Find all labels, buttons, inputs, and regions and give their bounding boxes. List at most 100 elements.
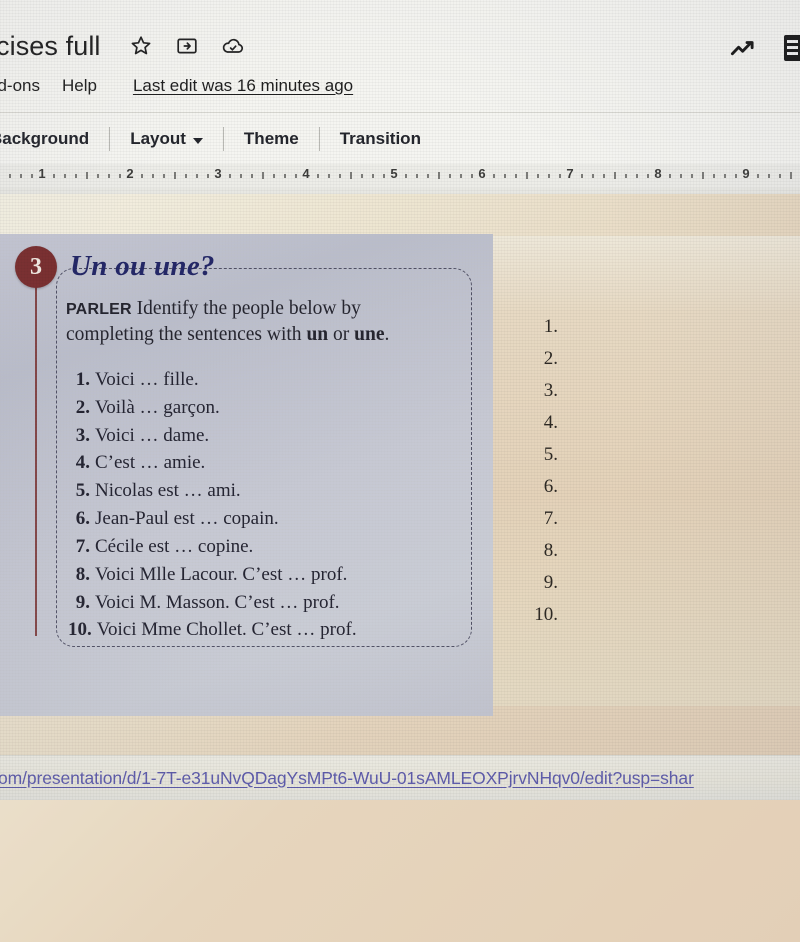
ruler-tick: [64, 174, 66, 178]
ruler-tick: [75, 174, 77, 178]
ruler-tick: [625, 174, 627, 178]
exercise-item-text: Voici M. Masson. C’est … prof.: [95, 591, 340, 613]
ruler-tick: [240, 174, 242, 178]
move-to-folder-icon[interactable]: [175, 34, 199, 58]
exercise-item: 2. Voilà … garçon.: [68, 394, 468, 422]
instruction-label: PARLER: [66, 301, 132, 318]
slide[interactable]: 3 Un ou une? PARLER Identify the people …: [0, 194, 800, 942]
answer-slot[interactable]: 9.: [512, 572, 558, 604]
ruler-tick: [790, 172, 792, 179]
instruction-line-2-mid: or: [328, 324, 355, 346]
exercise-item-number: 7.: [75, 535, 90, 557]
ruler-tick: [636, 174, 638, 178]
exercise-item-text: Voici … fille.: [95, 369, 199, 390]
ruler-tick: [174, 172, 176, 179]
ruler-tick: [735, 174, 737, 178]
worksheet-image[interactable]: 3 Un ou une? PARLER Identify the people …: [0, 234, 493, 716]
ruler-tick: [119, 174, 121, 178]
ruler-tick: [108, 174, 110, 178]
ruler-tick: [350, 172, 352, 179]
ruler-tick: [273, 174, 275, 178]
ruler-tick: [537, 174, 539, 178]
exercise-item-number: 5.: [75, 480, 90, 502]
exercise-item-text: Voilà … garçon.: [95, 396, 220, 418]
layout-button[interactable]: Layout: [110, 129, 223, 149]
answer-slot[interactable]: 2.: [512, 348, 558, 380]
horizontal-ruler[interactable]: 1 2 3 4 5 6 7 8 9: [0, 164, 800, 189]
theme-button[interactable]: Theme: [224, 129, 319, 149]
document-url[interactable]: om/presentation/d/1-7T-e31uNvQDagYsMPt6-…: [0, 768, 694, 789]
last-edit-link[interactable]: Last edit was 16 minutes ago: [133, 76, 353, 96]
ruler-number: 9: [742, 166, 750, 181]
answer-slot[interactable]: 10.: [512, 604, 558, 636]
answer-slot[interactable]: 5.: [512, 444, 558, 476]
menu-item-addons[interactable]: dd-ons: [0, 76, 40, 96]
exercise-item-list: 1. Voici … fille. 2. Voilà … garçon. 3. Voici…: [68, 366, 468, 644]
editor-canvas: 3 Un ou une? PARLER Identify the people …: [0, 188, 800, 942]
slides-toolbar: Background Layout Theme Transition: [0, 112, 800, 165]
trending-up-icon[interactable]: [728, 33, 758, 63]
answer-slot[interactable]: 4.: [512, 412, 558, 444]
exercise-instructions: PARLER Identify the people below by comp…: [66, 296, 436, 349]
transition-button[interactable]: Transition: [320, 129, 441, 149]
ruler-tick: [97, 174, 99, 178]
instruction-line-2-end: .: [384, 324, 390, 346]
ruler-tick: [493, 174, 495, 178]
ruler-tick: [460, 174, 462, 178]
exercise-item: 3. Voici … dame.: [68, 422, 468, 450]
exercise-item-text: Nicolas est … ami.: [95, 480, 241, 502]
ruler-tick: [251, 174, 253, 178]
answer-slot[interactable]: 1.: [512, 316, 558, 348]
answer-slot[interactable]: 3.: [512, 380, 558, 412]
menu-icon[interactable]: [784, 35, 800, 61]
ruler-tick: [163, 174, 165, 178]
ruler-tick: [328, 174, 330, 178]
background-button[interactable]: Background: [0, 129, 109, 149]
exercise-item-number: 2.: [75, 396, 90, 418]
exercise-item-number: 3.: [75, 424, 90, 446]
ruler-tick: [724, 174, 726, 178]
ruler-number: 6: [478, 166, 486, 181]
ruler-tick: [713, 174, 715, 178]
instruction-word-un: un: [306, 324, 329, 346]
ruler-tick: [196, 174, 198, 178]
ruler-tick: [471, 174, 473, 178]
ruler-tick: [9, 174, 11, 178]
ruler-ticks: 1 2 3 4 5 6 7 8 9: [0, 164, 800, 188]
ruler-tick: [185, 174, 187, 178]
ruler-tick: [779, 174, 781, 178]
url-bar: om/presentation/d/1-7T-e31uNvQDagYsMPt6-…: [0, 755, 800, 800]
star-icon[interactable]: [129, 34, 153, 58]
exercise-item-text: Jean-Paul est … copain.: [95, 508, 279, 530]
ruler-tick: [548, 174, 550, 178]
ruler-tick: [295, 174, 297, 178]
chevron-down-icon: [192, 137, 203, 144]
menu-row: dd-ons Help Last edit was 16 minutes ago: [0, 70, 800, 102]
ruler-tick: [702, 172, 704, 179]
exercise-item-number: 6.: [75, 508, 90, 530]
exercise-item-text: C’est … amie.: [95, 452, 206, 474]
answer-column[interactable]: 1. 2. 3. 4. 5. 6. 7. 8. 9. 10.: [512, 316, 582, 636]
exercise-item-text: Voici … dame.: [95, 424, 210, 446]
ruler-tick: [647, 174, 649, 178]
exercise-item: 8. Voici Mlle Lacour. C’est … prof.: [68, 561, 468, 589]
instruction-word-une: une: [354, 324, 385, 346]
exercise-item: 1. Voici … fille.: [68, 366, 468, 394]
ruler-tick: [669, 174, 671, 178]
answer-slot[interactable]: 8.: [512, 540, 558, 572]
ruler-tick: [504, 174, 506, 178]
title-row: cises full: [0, 24, 800, 68]
ruler-tick: [757, 174, 759, 178]
instruction-line-1: Identify the people below by: [136, 298, 361, 319]
answer-slot[interactable]: 7.: [512, 508, 558, 540]
ruler-tick: [691, 174, 693, 178]
answer-slot[interactable]: 6.: [512, 476, 558, 508]
exercise-item-text: Voici Mlle Lacour. C’est … prof.: [95, 563, 348, 585]
ruler-number: 2: [126, 166, 134, 181]
menu-item-help[interactable]: Help: [62, 76, 97, 96]
ruler-number: 7: [566, 166, 574, 181]
document-title[interactable]: cises full: [0, 31, 101, 62]
cloud-done-icon[interactable]: [221, 34, 245, 58]
ruler-tick: [53, 174, 55, 178]
ruler-tick: [592, 174, 594, 178]
